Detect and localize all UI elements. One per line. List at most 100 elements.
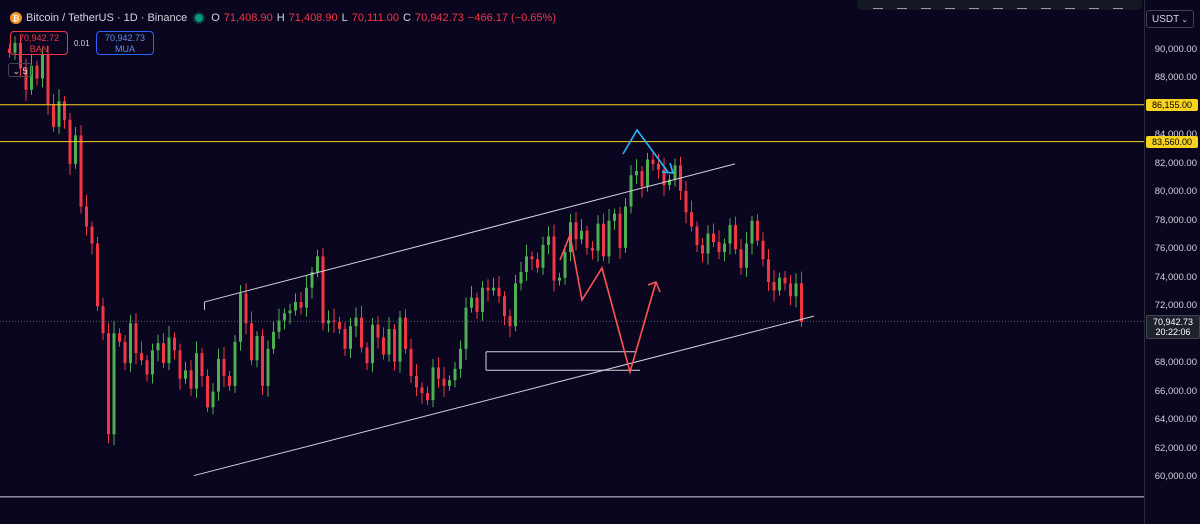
candle-body [453, 368, 457, 381]
candle-body [288, 310, 292, 314]
chevron-down-icon: ⌄ [12, 66, 20, 76]
candle-body [717, 242, 721, 253]
candle-body [393, 328, 396, 362]
candle-body [35, 65, 39, 79]
candle-body [63, 101, 66, 120]
price-tick-label: 60,000.00 [1154, 471, 1197, 482]
symbol-title[interactable]: Bitcoin / TetherUS · 1D · Binance [26, 12, 187, 24]
tool-icon[interactable] [1017, 2, 1027, 9]
candle-body [228, 375, 231, 386]
candle-body [728, 225, 732, 244]
currency-selector[interactable]: USDT ⌄ [1146, 10, 1194, 28]
candle-body [475, 297, 479, 312]
candle-body [277, 320, 281, 332]
tool-icon[interactable] [873, 2, 883, 9]
candle-body [783, 277, 787, 284]
candle-body [635, 170, 638, 176]
candle-body [217, 358, 220, 392]
price-tick-label: 68,000.00 [1154, 357, 1197, 369]
candle-body [382, 337, 385, 355]
drawing-toolbar[interactable] [857, 0, 1142, 10]
sell-label: BAN [29, 44, 49, 54]
candle-body [46, 54, 50, 105]
tool-icon[interactable] [1041, 2, 1051, 9]
candle-body [272, 331, 275, 349]
candle-body [305, 287, 308, 308]
candle-body [96, 243, 99, 307]
price-tick-label: 90,000.00 [1154, 44, 1197, 55]
candle-body [299, 301, 303, 308]
low-label: L [341, 12, 348, 24]
candle-body [624, 206, 627, 248]
candle-body [536, 259, 539, 268]
drawings-group [0, 104, 1144, 498]
candle-body [794, 283, 798, 297]
price-tick-label: 62,000.00 [1154, 442, 1197, 454]
tool-icon[interactable] [1113, 2, 1123, 9]
price-axis[interactable]: 60,000.00 62,000.00 64,000.00 66,000.00 68,0… [1144, 0, 1200, 524]
candle-body [723, 243, 726, 253]
level-price-tag: 83,560.00 [1146, 135, 1198, 148]
candle-body [85, 206, 88, 227]
sell-button[interactable]: 70,942.72 BAN [10, 31, 68, 55]
candle-body [189, 370, 193, 389]
candle-body [178, 350, 182, 379]
tool-icon[interactable] [921, 2, 931, 9]
candle-body [547, 236, 550, 245]
candle-body [360, 317, 363, 348]
price-tick-label: 82,000.00 [1154, 157, 1197, 169]
tool-icon[interactable] [897, 2, 907, 9]
close-value: 70,942.73 [414, 12, 464, 24]
chevron-down-icon: ⌄ [1181, 15, 1188, 24]
candles-group [8, 34, 803, 446]
candle-body [222, 358, 226, 376]
candle-body [387, 328, 391, 355]
candle-body [442, 378, 446, 386]
candle-body [184, 370, 187, 379]
candle-body [90, 226, 94, 244]
candle-body [107, 333, 110, 435]
tool-icon[interactable] [945, 2, 955, 9]
candle-body [173, 337, 176, 351]
sell-price: 70,942.72 [18, 33, 60, 43]
candle-body [492, 287, 495, 291]
candle-body [607, 220, 611, 257]
symbol-legend: ₿ Bitcoin / TetherUS · 1D · Binance O 71,… [10, 12, 556, 24]
indicator-count: 5 [22, 66, 28, 76]
tool-icon[interactable] [969, 2, 979, 9]
price-tick-label: 74,000.00 [1154, 271, 1197, 283]
candle-body [239, 293, 242, 342]
tool-icon[interactable] [1065, 2, 1075, 9]
candle-body [354, 317, 358, 327]
candle-body [255, 336, 259, 361]
candle-body [640, 170, 644, 187]
candle-body [101, 306, 105, 334]
channel-upper-line [204, 163, 736, 303]
tool-icon[interactable] [993, 2, 1003, 9]
candle-body [789, 283, 792, 297]
candle-body [690, 212, 693, 227]
candle-body [151, 350, 154, 375]
candle-body [580, 230, 583, 240]
close-label: C [403, 12, 411, 24]
candle-body [156, 343, 160, 351]
channel-lower-line [193, 315, 815, 477]
chart-area[interactable]: ₿ Bitcoin / TetherUS · 1D · Binance O 71,… [0, 0, 1200, 524]
candle-body [409, 348, 413, 376]
candle-body [371, 324, 374, 364]
candle-body [761, 240, 765, 260]
candle-body [684, 190, 688, 213]
indicators-toggle[interactable]: ⌄ 5 [8, 63, 32, 77]
tool-icon[interactable] [1089, 2, 1099, 9]
candle-body [420, 387, 424, 394]
buy-button[interactable]: 70,942.73 MUA [96, 31, 154, 55]
high-label: H [276, 12, 285, 24]
candle-body [734, 225, 737, 250]
candle-body [585, 230, 589, 248]
price-chart[interactable] [0, 0, 1144, 524]
spread-value: 0.01 [74, 39, 90, 48]
candle-body [294, 301, 297, 311]
candle-body [800, 283, 803, 322]
candle-body [618, 213, 622, 248]
candle-body [52, 104, 55, 127]
